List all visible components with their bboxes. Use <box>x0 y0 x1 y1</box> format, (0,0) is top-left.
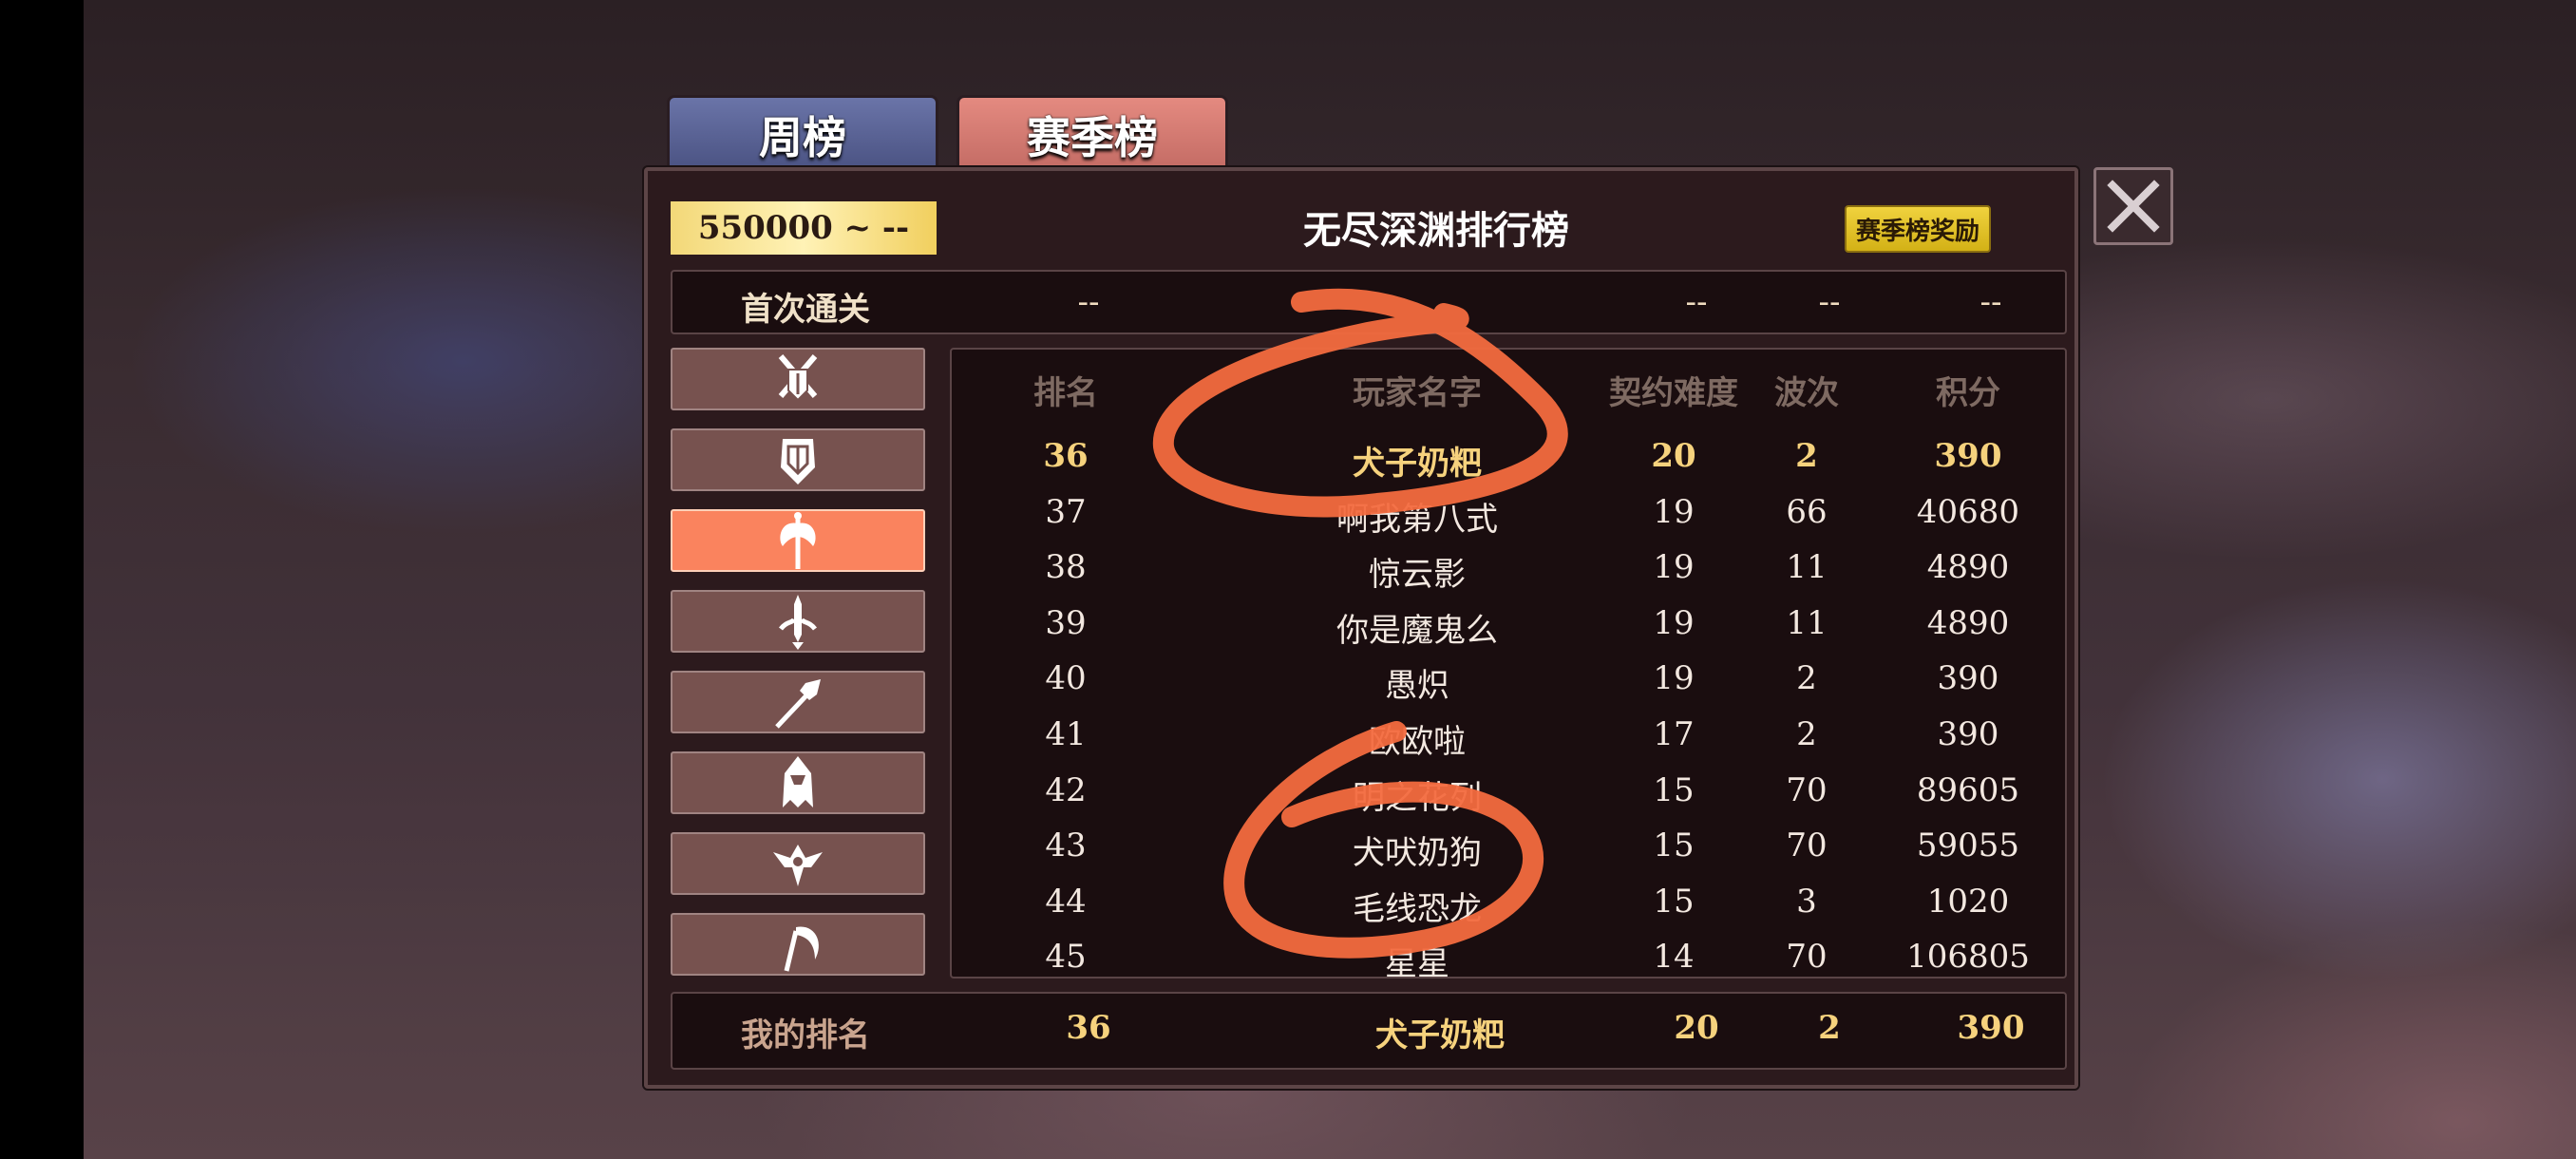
name-cell: 你是魔鬼么 <box>1336 611 1498 650</box>
name-cell: 星星 <box>1385 945 1449 978</box>
wave-cell: 66 <box>1786 492 1828 531</box>
header-name: 玩家名字 <box>1353 374 1482 412</box>
score-cell: 59055 <box>1916 826 2020 865</box>
table-row[interactable]: 36 犬子奶粑 20 2 390 <box>952 433 2065 488</box>
score-cell: 390 <box>1937 715 1999 753</box>
wave-cell: 11 <box>1786 548 1828 587</box>
knight-helmet-icon <box>781 439 815 484</box>
first-clear-wave: -- <box>1818 283 1841 321</box>
ranking-table[interactable]: 排名 玩家名字 契约难度 波次 积分 36 犬子奶粑 20 2 390 37 啊我第八式 19… <box>950 348 2067 978</box>
name-cell: 惊云影 <box>1369 556 1466 595</box>
class-tab-7[interactable] <box>671 832 925 895</box>
table-row[interactable]: 37 啊我第八式 19 66 40680 <box>952 489 2065 544</box>
my-rank-label: 我的排名 <box>741 1016 870 1054</box>
class-tab-1[interactable] <box>671 348 925 410</box>
score-cell: 106805 <box>1906 938 2030 977</box>
score-cell: 1020 <box>1926 882 2010 921</box>
name-cell: 明之花列 <box>1353 778 1482 817</box>
wave-cell: 3 <box>1796 882 1817 921</box>
class-tab-2[interactable] <box>671 428 925 491</box>
first-clear-row: 首次通关 -- -- -- -- <box>671 270 2067 334</box>
rank-cell: 37 <box>1045 492 1087 531</box>
class-tab-6[interactable] <box>671 751 925 814</box>
rank-cell: 43 <box>1045 826 1087 865</box>
class-tab-8[interactable] <box>671 913 925 976</box>
close-icon <box>2107 180 2160 233</box>
score-cell: 390 <box>1937 659 1999 698</box>
winged-emblem-icon <box>773 845 823 886</box>
season-reward-button[interactable]: 赛季榜奖励 <box>1845 205 1991 253</box>
first-clear-label: 首次通关 <box>741 291 870 329</box>
leaderboard-panel: 550000 ~ -- 无尽深渊排行榜 赛季榜奖励 首次通关 -- -- -- … <box>644 167 2078 1089</box>
rank-cell: 41 <box>1045 715 1087 753</box>
scythe-icon <box>784 926 819 972</box>
score-range-badge: 550000 ~ -- <box>671 201 937 255</box>
score-cell: 89605 <box>1916 770 2020 809</box>
panel-title: 无尽深渊排行榜 <box>1303 208 1569 253</box>
close-button[interactable] <box>2093 167 2173 245</box>
my-rank-value: 36 <box>1066 1009 1111 1047</box>
name-cell: 啊我第八式 <box>1336 500 1498 539</box>
my-rank-wave: 2 <box>1818 1009 1841 1047</box>
header-score: 积分 <box>1936 374 2000 412</box>
table-row[interactable]: 39 你是魔鬼么 19 11 4890 <box>952 600 2065 656</box>
wave-cell: 70 <box>1786 938 1828 977</box>
rank-cell: 45 <box>1045 938 1087 977</box>
wave-cell: 70 <box>1786 770 1828 809</box>
first-clear-score: -- <box>1979 283 2002 321</box>
my-rank-name: 犬子奶粑 <box>1375 1016 1505 1054</box>
ornate-sword-icon <box>779 595 817 650</box>
rank-cell: 38 <box>1045 548 1087 587</box>
class-tab-3[interactable] <box>671 509 925 572</box>
score-cell: 4890 <box>1926 603 2010 642</box>
name-cell: 愚炽 <box>1385 667 1449 706</box>
wave-cell: 2 <box>1796 715 1817 753</box>
class-tab-4[interactable] <box>671 590 925 653</box>
class-filter-list <box>671 348 927 994</box>
battle-axe-icon <box>780 512 816 569</box>
name-cell: 犬吠奶狗 <box>1353 834 1482 873</box>
name-cell: 犬子奶粑 <box>1353 445 1482 483</box>
spear-icon <box>775 679 821 729</box>
table-row[interactable]: 40 愚炽 19 2 390 <box>952 656 2065 711</box>
score-cell: 4890 <box>1926 548 2010 587</box>
tab-season[interactable]: 赛季榜 <box>957 95 1228 171</box>
table-row[interactable]: 42 明之花列 15 70 89605 <box>952 768 2065 823</box>
my-rank-score: 390 <box>1957 1009 2025 1047</box>
header-wave: 波次 <box>1774 374 1839 412</box>
name-cell: 毛线恐龙 <box>1353 889 1482 928</box>
wave-cell: 2 <box>1796 659 1817 698</box>
table-row[interactable]: 44 毛线恐龙 15 3 1020 <box>952 879 2065 934</box>
class-tab-5[interactable] <box>671 671 925 733</box>
wave-cell: 2 <box>1795 437 1818 475</box>
wave-cell: 11 <box>1786 603 1828 642</box>
first-clear-rank: -- <box>1077 283 1100 321</box>
crossed-swords-shield-icon <box>778 354 818 402</box>
rank-cell: 42 <box>1045 770 1087 809</box>
wave-cell: 70 <box>1786 826 1828 865</box>
rank-cell: 40 <box>1045 659 1087 698</box>
tab-weekly[interactable]: 周榜 <box>667 95 938 171</box>
table-row[interactable]: 43 犬吠奶狗 15 70 59055 <box>952 823 2065 878</box>
rank-cell: 39 <box>1045 603 1087 642</box>
score-cell: 390 <box>1934 437 2002 475</box>
table-row[interactable]: 38 惊云影 19 11 4890 <box>952 544 2065 599</box>
name-cell: 欧欧啦 <box>1369 723 1466 761</box>
rank-cell: 36 <box>1043 437 1089 475</box>
cloaked-figure-icon <box>783 756 813 808</box>
my-rank-row: 我的排名 36 犬子奶粑 20 2 390 <box>671 992 2067 1070</box>
table-row[interactable]: 41 欧欧啦 17 2 390 <box>952 712 2065 767</box>
table-row[interactable]: 45 星星 14 70 106805 <box>952 934 2065 978</box>
score-cell: 40680 <box>1916 492 2020 531</box>
rank-cell: 44 <box>1045 882 1087 921</box>
header-rank: 排名 <box>1033 374 1098 412</box>
